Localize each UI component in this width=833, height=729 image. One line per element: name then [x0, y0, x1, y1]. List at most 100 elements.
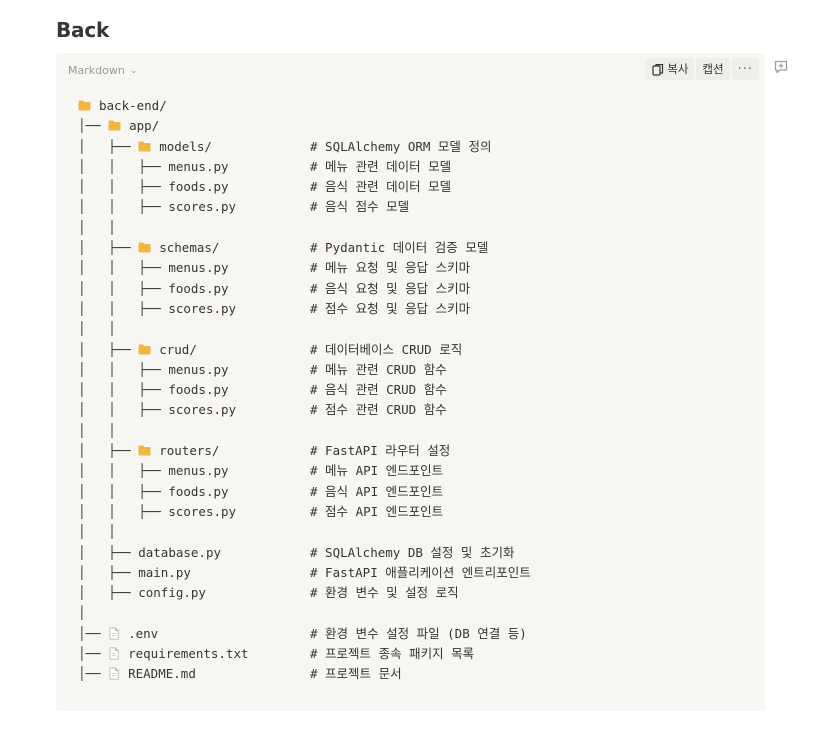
code-comment: # 점수 관련 CRUD 함수	[310, 402, 447, 418]
code-comment: # 점수 API 엔드포인트	[310, 503, 444, 519]
file-name: main.py	[138, 564, 191, 580]
caption-button[interactable]: 캡션	[696, 58, 730, 80]
code-line: │ │	[78, 522, 249, 542]
code-comment: # 환경 변수 설정 파일 (DB 연결 등)	[310, 625, 527, 641]
code-comment: # FastAPI 애플리케이션 엔트리포인트	[310, 564, 531, 580]
file-name: requirements.txt	[128, 646, 249, 662]
tree-branch: │ │ ├──	[78, 483, 169, 499]
tree-branch: │ │ ├──	[78, 382, 169, 398]
file-icon	[109, 647, 119, 660]
code-content: back-end/ │── app/ │ ├── models/ # SQLAlche…	[78, 96, 531, 685]
file-name: database.py	[138, 544, 222, 560]
copy-icon	[652, 63, 664, 76]
tree-branch: │ ├──	[78, 585, 139, 601]
tree-branch: │ │ ├──	[78, 179, 169, 195]
code-comment: # 점수 요청 및 응답 스키마	[310, 300, 471, 316]
code-line: │ │ ├── foods.py # 음식 API 엔드포인트	[78, 482, 443, 502]
code-line: │ │	[78, 421, 249, 441]
tree-branch: │──	[78, 666, 109, 682]
code-line: │ │	[78, 218, 249, 238]
file-icon	[109, 667, 119, 680]
tree-branch: │ │	[78, 422, 116, 438]
code-line: │ │ ├── scores.py # 점수 요청 및 응답 스키마	[78, 299, 470, 319]
tree-branch: │ │ ├──	[78, 280, 169, 296]
tree-branch: │ │	[78, 219, 116, 235]
more-options-button[interactable]: ···	[731, 58, 759, 80]
code-line: │ ├── crud/ # 데이터베이스 CRUD 로직	[78, 340, 462, 360]
code-line: │ │ ├── menus.py # 메뉴 API 엔드포인트	[78, 461, 443, 481]
code-line: │ ├── routers/ # FastAPI 라우터 설정	[78, 441, 450, 461]
code-line: │── .env # 환경 변수 설정 파일 (DB 연결 등)	[78, 624, 527, 644]
tree-branch: │──	[78, 646, 109, 662]
code-comment: # 메뉴 관련 데이터 모델	[310, 158, 452, 174]
more-icon: ···	[737, 61, 753, 77]
file-name: config.py	[138, 585, 206, 601]
add-comment-icon[interactable]	[773, 59, 789, 75]
code-line: │ │ ├── foods.py # 음식 요청 및 응답 스키마	[78, 279, 470, 299]
code-comment: # 메뉴 관련 CRUD 함수	[310, 361, 447, 377]
tree-branch: │ │ ├──	[78, 158, 169, 174]
file-name: scores.py	[168, 402, 237, 418]
code-comment: # 프로젝트 종속 패키지 목록	[310, 646, 475, 662]
code-comment: # 데이터베이스 CRUD 로직	[310, 341, 463, 357]
code-line: │ │ ├── menus.py # 메뉴 요청 및 응답 스키마	[78, 258, 470, 278]
file-name: crud/	[159, 341, 197, 357]
folder-icon	[138, 445, 151, 456]
code-line: │ ├── models/ # SQLAlchemy ORM 모델 정의	[78, 137, 491, 157]
code-line: │ │ ├── scores.py # 점수 API 엔드포인트	[78, 502, 443, 522]
file-name: foods.py	[168, 483, 229, 499]
tree-branch: │ │ ├──	[78, 300, 169, 316]
copy-label: 복사	[667, 62, 689, 76]
code-line: │ │ ├── menus.py # 메뉴 관련 데이터 모델	[78, 157, 451, 177]
copy-button[interactable]: 복사	[646, 58, 695, 80]
tree-branch: │ ├──	[78, 341, 139, 357]
code-comment: # 음식 관련 CRUD 함수	[310, 382, 447, 398]
tree-branch: │──	[78, 118, 109, 134]
code-block[interactable]: Markdown ⌄ 복사 캡션 ··· back-end/│── app/│ …	[56, 53, 765, 711]
code-comment: # 음식 관련 데이터 모델	[310, 179, 452, 195]
code-line: │ │	[78, 319, 249, 339]
file-icon	[109, 627, 119, 640]
code-line: │ │ ├── scores.py # 점수 관련 CRUD 함수	[78, 400, 447, 420]
code-line: │ │ ├── menus.py # 메뉴 관련 CRUD 함수	[78, 360, 447, 380]
file-name: scores.py	[168, 503, 237, 519]
file-name: models/	[159, 138, 212, 154]
code-line: │ ├── config.py # 환경 변수 및 설정 로직	[78, 583, 459, 603]
code-line: │── README.md # 프로젝트 문서	[78, 664, 402, 684]
file-name: schemas/	[159, 240, 220, 256]
file-name: menus.py	[168, 463, 229, 479]
tree-branch: │ │ ├──	[78, 260, 169, 276]
file-name: foods.py	[168, 382, 229, 398]
folder-icon	[138, 242, 151, 253]
tree-branch: │ │	[78, 524, 116, 540]
page-heading: Back	[56, 18, 110, 42]
tree-branch: │ ├──	[78, 240, 139, 256]
file-name: menus.py	[168, 361, 229, 377]
code-line: │── app/	[78, 116, 249, 136]
language-label: Markdown	[68, 64, 125, 77]
caption-label: 캡션	[702, 62, 724, 76]
file-name: foods.py	[168, 179, 229, 195]
tree-branch: │ ├──	[78, 138, 139, 154]
file-name: routers/	[159, 443, 220, 459]
tree-branch: │ ├──	[78, 564, 139, 580]
code-comment: # SQLAlchemy ORM 모델 정의	[310, 138, 492, 154]
file-name: menus.py	[168, 158, 229, 174]
tree-branch: │──	[78, 625, 109, 641]
tree-branch: │ ├──	[78, 544, 139, 560]
language-select[interactable]: Markdown ⌄	[68, 64, 137, 77]
tree-branch: │ ├──	[78, 443, 139, 459]
tree-branch: │ │ ├──	[78, 199, 169, 215]
code-comment: # 음식 요청 및 응답 스키마	[310, 280, 471, 296]
code-line: │ ├── database.py # SQLAlchemy DB 설정 및 초기…	[78, 543, 514, 563]
file-name: foods.py	[168, 280, 229, 296]
file-name: scores.py	[168, 199, 237, 215]
code-line: │ ├── schemas/ # Pydantic 데이터 검증 모델	[78, 238, 488, 258]
file-name: menus.py	[168, 260, 229, 276]
code-comment: # SQLAlchemy DB 설정 및 초기화	[310, 544, 515, 560]
file-name: app/	[129, 118, 160, 134]
tree-branch: │ │ ├──	[78, 503, 169, 519]
code-comment: # FastAPI 라우터 설정	[310, 443, 451, 459]
code-line: │ │ ├── scores.py # 음식 점수 모델	[78, 197, 409, 217]
file-name: .env	[128, 625, 159, 641]
